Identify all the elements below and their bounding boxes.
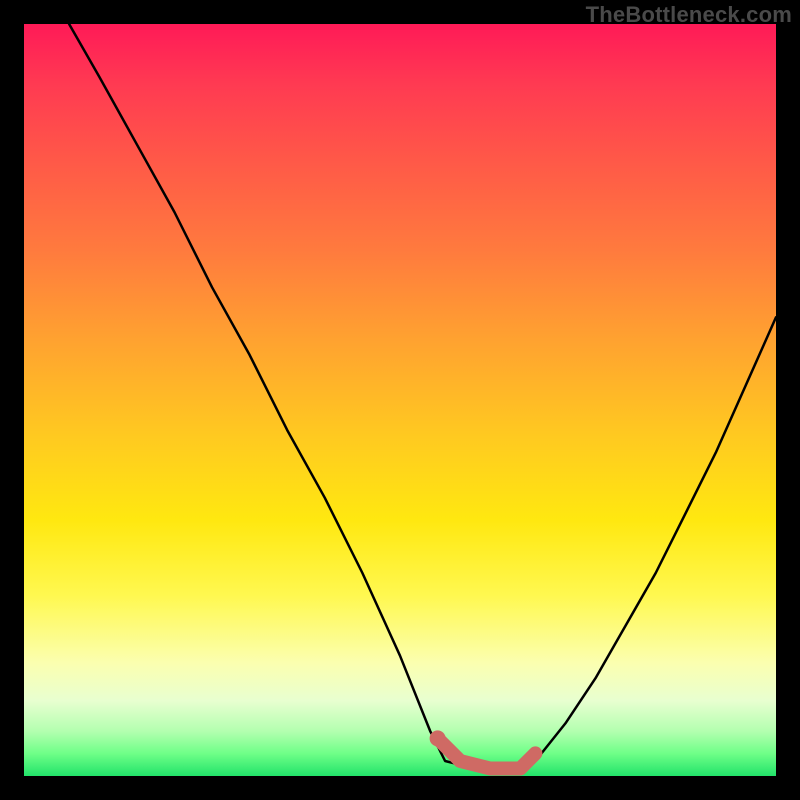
highlight-dot [430,730,446,746]
bottleneck-curve [69,24,776,769]
plot-area [24,24,776,776]
curve-svg [24,24,776,776]
chart-frame: TheBottleneck.com [0,0,800,800]
